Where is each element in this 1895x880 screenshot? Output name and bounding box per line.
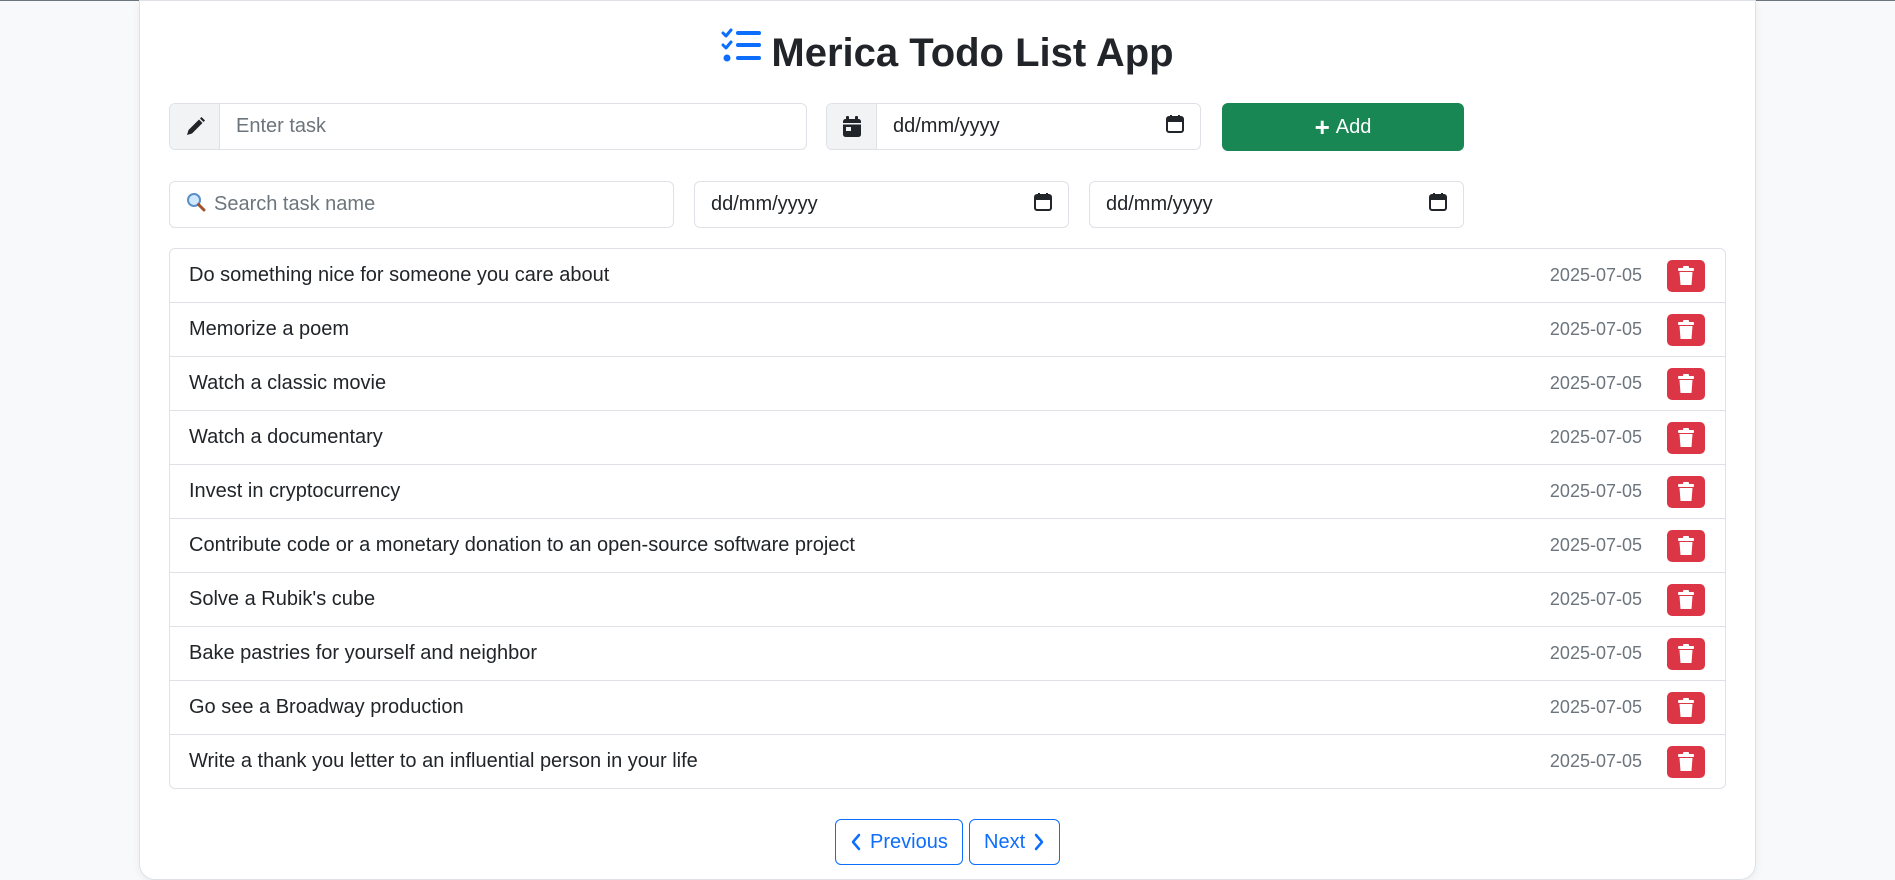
delete-task-button[interactable] <box>1667 637 1705 670</box>
trash-icon <box>1678 590 1694 609</box>
task-input[interactable] <box>220 104 806 149</box>
delete-task-button[interactable] <box>1667 691 1705 724</box>
date-picker-icon[interactable] <box>1429 192 1447 217</box>
pencil-icon <box>170 104 220 149</box>
trash-icon <box>1678 536 1694 555</box>
task-row: Do something nice for someone you care a… <box>170 249 1725 303</box>
task-list: Do something nice for someone you care a… <box>169 248 1726 789</box>
due-date-value: dd/mm/yyyy <box>893 115 1000 137</box>
task-name: Watch a documentary <box>189 426 383 448</box>
delete-task-button[interactable] <box>1667 475 1705 508</box>
task-name: Solve a Rubik's cube <box>189 588 376 610</box>
task-date: 2025-07-05 <box>1549 265 1642 285</box>
page-title: Merica Todo List App <box>140 23 1755 83</box>
task-date: 2025-07-05 <box>1549 751 1642 771</box>
previous-label: Previous <box>870 830 948 853</box>
task-date: 2025-07-05 <box>1549 643 1642 663</box>
task-row: Watch a documentary 2025-07-05 <box>170 411 1725 465</box>
task-row: Invest in cryptocurrency 2025-07-05 <box>170 465 1725 519</box>
task-row: Solve a Rubik's cube 2025-07-05 <box>170 573 1725 627</box>
trash-icon <box>1678 266 1694 285</box>
task-name: Invest in cryptocurrency <box>189 480 401 502</box>
task-input-group <box>169 103 807 150</box>
task-date: 2025-07-05 <box>1549 319 1642 339</box>
task-date: 2025-07-05 <box>1549 427 1642 447</box>
previous-page-button[interactable]: Previous <box>835 819 963 865</box>
task-name: Go see a Broadway production <box>189 696 464 718</box>
task-date: 2025-07-05 <box>1549 373 1642 393</box>
search-input[interactable] <box>206 193 657 216</box>
task-name: Watch a classic movie <box>189 372 387 394</box>
task-name: Bake pastries for yourself and neighbor <box>189 642 537 664</box>
task-name: Contribute code or a monetary donation t… <box>189 534 855 556</box>
chevron-left-icon <box>851 833 861 851</box>
from-date-value: dd/mm/yyyy <box>711 193 818 215</box>
list-check-icon <box>721 21 763 81</box>
filter-from-date-input[interactable]: dd/mm/yyyy <box>694 181 1069 228</box>
trash-icon <box>1678 644 1694 663</box>
task-row: Go see a Broadway production 2025-07-05 <box>170 681 1725 735</box>
delete-task-button[interactable] <box>1667 313 1705 346</box>
trash-icon <box>1678 752 1694 771</box>
delete-task-button[interactable] <box>1667 259 1705 292</box>
search-field <box>169 181 674 228</box>
magnifier-icon <box>186 192 206 217</box>
date-picker-icon[interactable] <box>1166 114 1184 139</box>
delete-task-button[interactable] <box>1667 421 1705 454</box>
plus-icon: + <box>1314 112 1330 142</box>
due-date-group: dd/mm/yyyy <box>826 103 1201 150</box>
task-date: 2025-07-05 <box>1549 697 1642 717</box>
task-row: Watch a classic movie 2025-07-05 <box>170 357 1725 411</box>
to-date-value: dd/mm/yyyy <box>1106 193 1213 215</box>
task-name: Memorize a poem <box>189 318 350 340</box>
delete-task-button[interactable] <box>1667 745 1705 778</box>
task-date: 2025-07-05 <box>1549 589 1642 609</box>
delete-task-button[interactable] <box>1667 529 1705 562</box>
trash-icon <box>1678 320 1694 339</box>
add-task-button[interactable]: + Add <box>1222 103 1464 151</box>
task-name: Do something nice for someone you care a… <box>189 264 610 286</box>
trash-icon <box>1678 428 1694 447</box>
next-label: Next <box>984 830 1026 853</box>
task-row: Bake pastries for yourself and neighbor … <box>170 627 1725 681</box>
due-date-input[interactable]: dd/mm/yyyy <box>877 104 1200 149</box>
trash-icon <box>1678 374 1694 393</box>
chevron-right-icon <box>1034 833 1044 851</box>
task-date: 2025-07-05 <box>1549 481 1642 501</box>
trash-icon <box>1678 482 1694 501</box>
task-row: Memorize a poem 2025-07-05 <box>170 303 1725 357</box>
delete-task-button[interactable] <box>1667 583 1705 616</box>
page-title-text: Merica Todo List App <box>771 31 1174 75</box>
trash-icon <box>1678 698 1694 717</box>
add-button-label: Add <box>1335 115 1372 138</box>
calendar-icon <box>827 104 877 149</box>
task-name: Write a thank you letter to an influenti… <box>189 750 698 772</box>
delete-task-button[interactable] <box>1667 367 1705 400</box>
task-row: Write a thank you letter to an influenti… <box>170 735 1725 788</box>
next-page-button[interactable]: Next <box>969 819 1061 865</box>
filter-to-date-input[interactable]: dd/mm/yyyy <box>1089 181 1464 228</box>
date-picker-icon[interactable] <box>1034 192 1052 217</box>
app-card: Merica Todo List App dd/mm/yyyy <box>139 0 1756 880</box>
task-row: Contribute code or a monetary donation t… <box>170 519 1725 573</box>
task-date: 2025-07-05 <box>1549 535 1642 555</box>
